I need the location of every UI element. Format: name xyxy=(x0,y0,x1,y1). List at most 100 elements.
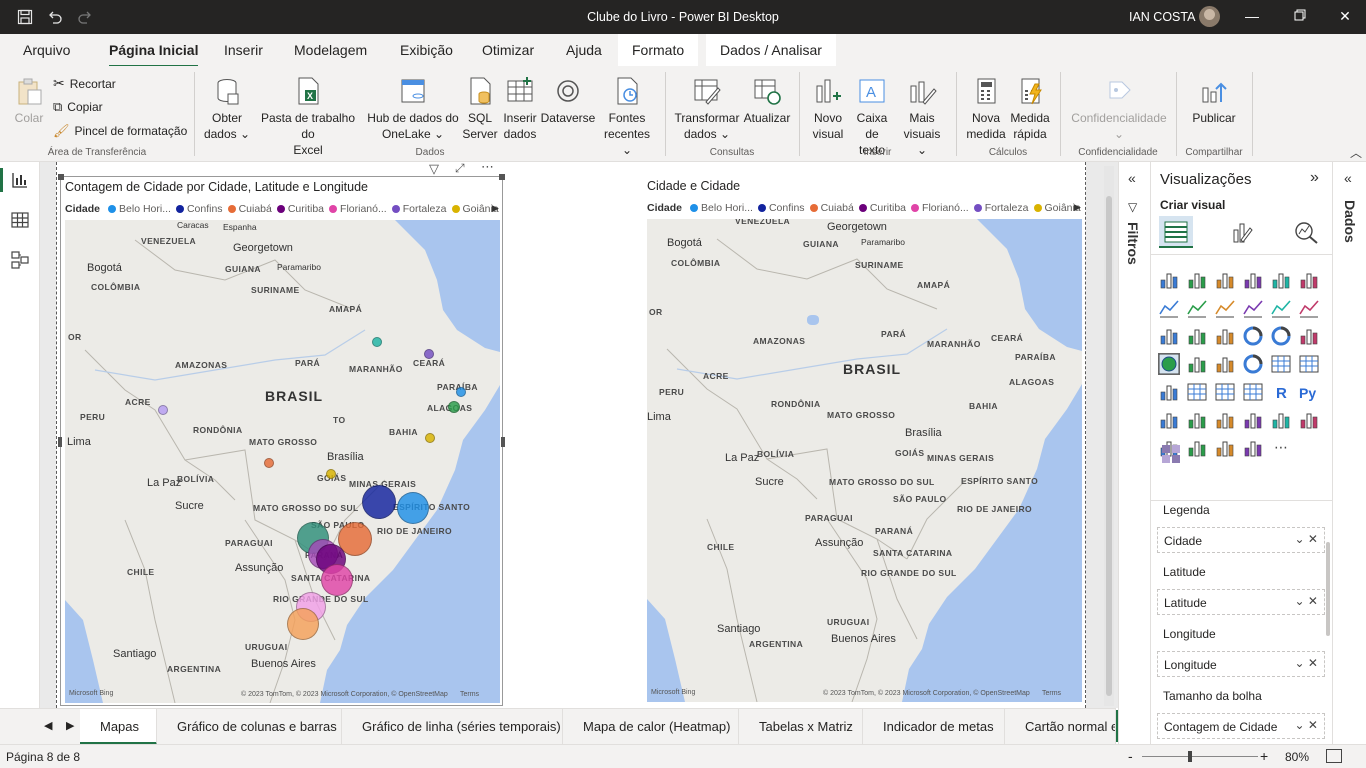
map-canvas[interactable]: VENEZUELA Georgetown Paramaribo GUIANA SURIN… xyxy=(647,219,1082,702)
resize-handle[interactable] xyxy=(501,437,505,447)
maximize-icon[interactable] xyxy=(1291,8,1309,26)
legend-item[interactable]: Fortaleza xyxy=(973,202,1029,214)
page-tab-linha[interactable]: Gráfico de linha (séries temporais) xyxy=(342,709,563,745)
field-well-controls[interactable]: ⌄ ✕ xyxy=(1295,656,1318,670)
custom-visual-icon[interactable] xyxy=(1161,444,1181,464)
qa-visual-icon[interactable] xyxy=(1215,410,1235,430)
line-column-chart-icon[interactable] xyxy=(1243,298,1263,318)
legend-item[interactable]: Cuiabá xyxy=(809,202,854,214)
canvas-scrollbar[interactable] xyxy=(1104,166,1114,706)
tab-dados-analisar[interactable]: Dados / Analisar xyxy=(706,34,836,66)
cut-button[interactable]: ✂ Recortar xyxy=(53,75,116,92)
more-options-icon[interactable]: ⋯ xyxy=(481,159,494,175)
publish-button[interactable]: Publicar xyxy=(1190,76,1238,126)
collapse-pane-icon[interactable]: » xyxy=(1310,169,1319,187)
azure-map-icon[interactable] xyxy=(1215,354,1235,374)
legend-item[interactable]: Curitiba xyxy=(276,203,324,215)
map-bubble[interactable] xyxy=(424,349,434,359)
table-view-icon[interactable] xyxy=(10,210,30,230)
r-script-visual-icon[interactable]: R xyxy=(1271,382,1291,402)
recent-sources-button[interactable]: Fontes recentes ⌄ xyxy=(598,76,656,158)
filters-pane[interactable]: « ▽ Filtros xyxy=(1118,162,1150,744)
map-terms-link[interactable]: Terms xyxy=(460,691,479,698)
map-bubble[interactable] xyxy=(456,387,466,397)
100-bar-chart-icon[interactable] xyxy=(1271,270,1291,290)
card-visual-icon[interactable] xyxy=(1271,354,1291,374)
page-tab-heatmap[interactable]: Mapa de calor (Heatmap) xyxy=(563,709,739,745)
model-view-icon[interactable] xyxy=(10,250,30,270)
zoom-in-button[interactable]: + xyxy=(1260,748,1268,764)
format-painter-button[interactable]: 🖌 Pincel de formatação xyxy=(53,123,187,139)
legend[interactable]: Cidade Belo Hori... Confins Cuiabá Curitiba F… xyxy=(647,202,1086,214)
page-tab-metas[interactable]: Indicador de metas xyxy=(863,709,1005,745)
tab-arquivo[interactable]: Arquivo xyxy=(23,42,70,58)
stacked-bar-chart-icon[interactable] xyxy=(1159,270,1179,290)
map-attribution[interactable]: © 2023 TomTom, © 2023 Microsoft Corporat… xyxy=(241,691,448,698)
map-bubble[interactable] xyxy=(425,433,435,443)
field-well[interactable]: Longitude ⌄ ✕ xyxy=(1157,651,1325,677)
quick-measure-button[interactable]: Medida rápida xyxy=(1008,76,1052,142)
paginated-report-icon[interactable] xyxy=(1271,410,1291,430)
map-visual-icon[interactable] xyxy=(1158,353,1180,375)
paste-button[interactable]: Colar xyxy=(12,76,46,126)
power-apps-form-icon[interactable] xyxy=(1215,438,1235,458)
power-automate-visual-icon[interactable] xyxy=(1187,438,1207,458)
field-well-controls[interactable]: ⌄ ✕ xyxy=(1295,532,1318,546)
tab-pagina-inicial[interactable]: Página Inicial xyxy=(109,42,199,68)
stacked-column-chart-icon[interactable] xyxy=(1187,270,1207,290)
legend-item[interactable]: Confins xyxy=(757,202,805,214)
transform-data-button[interactable]: Transformar dados ⌄ xyxy=(673,76,741,142)
smart-narrative-icon[interactable] xyxy=(1243,438,1263,458)
zoom-out-button[interactable]: - xyxy=(1128,748,1133,764)
map-bubble[interactable] xyxy=(372,337,382,347)
filter-icon[interactable]: ▽ xyxy=(429,161,439,177)
expand-data-icon[interactable]: « xyxy=(1344,170,1352,186)
python-visual-icon[interactable]: Py xyxy=(1299,382,1319,402)
page-tab-tabelas[interactable]: Tabelas x Matriz xyxy=(739,709,863,745)
map-bubble[interactable] xyxy=(321,564,353,596)
more-visuals-button[interactable]: Mais visuais ⌄ xyxy=(897,76,947,158)
tab-inserir[interactable]: Inserir xyxy=(224,42,263,58)
pie-chart-icon[interactable] xyxy=(1243,326,1263,346)
tab-modelagem[interactable]: Modelagem xyxy=(294,42,367,58)
analytics-icon[interactable] xyxy=(1293,220,1319,244)
map-attribution[interactable]: © 2023 TomTom, © 2023 Microsoft Corporat… xyxy=(823,690,1030,697)
sensitivity-button[interactable]: Confidencialidade ⌄ xyxy=(1068,76,1170,142)
report-view-icon[interactable] xyxy=(10,170,30,190)
expand-filters-icon[interactable]: « xyxy=(1128,170,1136,186)
tab-ajuda[interactable]: Ajuda xyxy=(566,42,602,58)
map-bubble[interactable] xyxy=(397,492,429,524)
new-measure-button[interactable]: Nova medida xyxy=(964,76,1008,142)
resize-handle[interactable] xyxy=(58,437,62,447)
page-tab-cartao[interactable]: Cartão normal e xyxy=(1005,709,1116,745)
matrix-visual-icon[interactable] xyxy=(1243,382,1263,402)
legend-item[interactable]: Cuiabá xyxy=(227,203,272,215)
enter-data-button[interactable]: Inserir dados xyxy=(502,76,538,142)
map-bubble[interactable] xyxy=(362,485,396,519)
map-visual-bubbles[interactable]: ▽ ⤢ ⋯ Contagem de Cidade por Cidade, Lat… xyxy=(58,159,505,706)
build-visual-tab[interactable] xyxy=(1159,216,1193,248)
close-icon[interactable]: ✕ xyxy=(1336,8,1354,26)
power-apps-visual-icon[interactable] xyxy=(1299,410,1319,430)
treemap-chart-icon[interactable] xyxy=(1299,326,1319,346)
tab-otimizar[interactable]: Otimizar xyxy=(482,42,534,58)
clustered-bar-chart-icon[interactable] xyxy=(1215,270,1235,290)
line-chart-icon[interactable] xyxy=(1159,298,1179,318)
excel-workbook-button[interactable]: X Pasta de trabalho do Excel xyxy=(253,76,363,158)
copy-button[interactable]: ⧉ Copiar xyxy=(53,99,103,115)
map-bubble[interactable] xyxy=(158,405,168,415)
new-visual-button[interactable]: Novo visual xyxy=(808,76,848,142)
legend-item[interactable]: Fortaleza xyxy=(391,203,447,215)
resize-handle[interactable] xyxy=(58,174,64,180)
field-well-controls[interactable]: ⌄ ✕ xyxy=(1295,718,1318,732)
tab-formato[interactable]: Formato xyxy=(618,34,699,66)
onelake-hub-button[interactable]: Hub de dados do OneLake ⌄ xyxy=(366,76,460,142)
next-page-icon[interactable]: ▶ xyxy=(66,719,74,732)
get-data-button[interactable]: Obter dados ⌄ xyxy=(202,76,252,142)
waterfall-chart-icon[interactable] xyxy=(1159,326,1179,346)
field-well[interactable]: Cidade ⌄ ✕ xyxy=(1157,527,1325,553)
area-chart-icon[interactable] xyxy=(1187,298,1207,318)
field-well[interactable]: Contagem de Cidade ⌄ ✕ xyxy=(1157,713,1325,739)
focus-mode-icon[interactable]: ⤢ xyxy=(455,161,465,176)
page-tab-colunas-barras[interactable]: Gráfico de colunas e barras xyxy=(157,709,342,745)
